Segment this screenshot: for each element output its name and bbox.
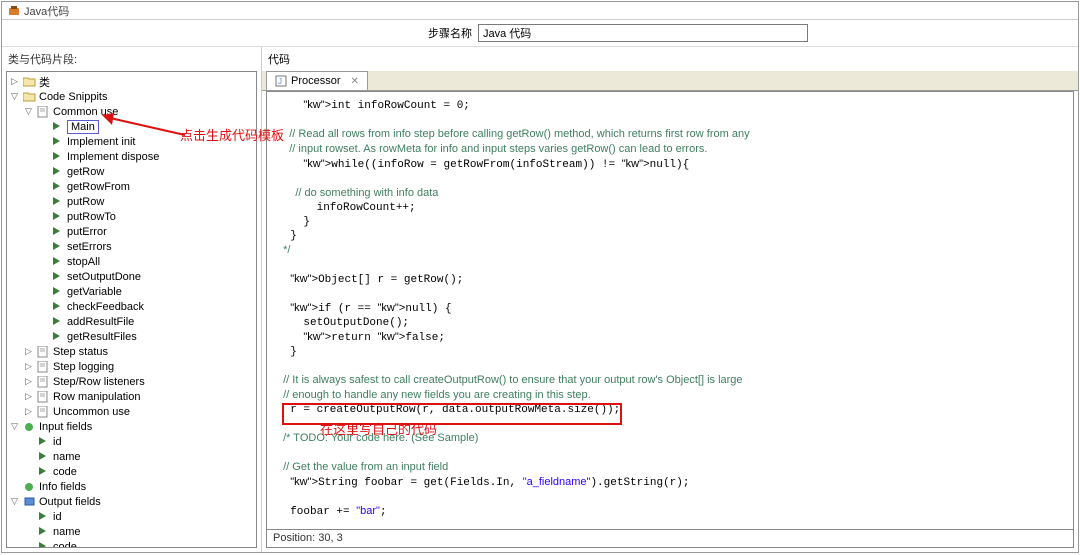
- page-icon: [37, 406, 50, 418]
- play-icon: [51, 271, 64, 283]
- tree-node-snippits[interactable]: ▽Code Snippits: [7, 89, 256, 104]
- tree-item[interactable]: Implement dispose: [7, 149, 256, 164]
- tree-item[interactable]: getRowFrom: [7, 179, 256, 194]
- play-icon: [51, 151, 64, 163]
- info-fields-icon: [23, 481, 36, 493]
- code-label: 代码: [262, 47, 1078, 71]
- tree-item[interactable]: ▷Uncommon use: [7, 404, 256, 419]
- tree-item[interactable]: Implement init: [7, 134, 256, 149]
- tree-item[interactable]: getResultFiles: [7, 329, 256, 344]
- tree-item[interactable]: getVariable: [7, 284, 256, 299]
- tab-row: J Processor ✕: [262, 71, 1078, 91]
- collapse-icon[interactable]: ▽: [23, 106, 34, 117]
- expand-icon[interactable]: ▷: [23, 391, 34, 402]
- tab-processor[interactable]: J Processor ✕: [266, 71, 368, 90]
- svg-text:J: J: [278, 77, 282, 86]
- play-icon: [51, 211, 64, 223]
- expand-icon[interactable]: ▷: [23, 361, 34, 372]
- tree-item[interactable]: id: [7, 509, 256, 524]
- tree-node-info-fields[interactable]: ▷Info fields: [7, 479, 256, 494]
- play-icon: [51, 181, 64, 193]
- expand-icon[interactable]: ▷: [23, 376, 34, 387]
- tree-item[interactable]: Main: [7, 119, 256, 134]
- play-icon: [51, 121, 64, 133]
- tree-item[interactable]: code: [7, 464, 256, 479]
- left-panel: 类与代码片段: ▷类 ▽Code Snippits ▽Common use Ma…: [2, 47, 262, 552]
- play-icon: [51, 196, 64, 208]
- play-icon: [51, 301, 64, 313]
- collapse-icon[interactable]: ▽: [9, 421, 20, 432]
- tree-item[interactable]: name: [7, 449, 256, 464]
- input-fields-icon: [23, 421, 36, 433]
- tree-item[interactable]: checkFeedback: [7, 299, 256, 314]
- step-name-row: 步骤名称: [2, 20, 1078, 47]
- tree-item[interactable]: code: [7, 539, 256, 548]
- tree-node-classes[interactable]: ▷类: [7, 74, 256, 89]
- tree-item[interactable]: putRowTo: [7, 209, 256, 224]
- java-icon: [8, 5, 20, 17]
- folder-icon: [23, 91, 36, 103]
- tree[interactable]: ▷类 ▽Code Snippits ▽Common use MainImplem…: [6, 71, 257, 548]
- tree-item[interactable]: addResultFile: [7, 314, 256, 329]
- tree-item[interactable]: setOutputDone: [7, 269, 256, 284]
- tree-item[interactable]: id: [7, 434, 256, 449]
- tree-item[interactable]: ▷Step status: [7, 344, 256, 359]
- status-bar: Position: 30, 3: [266, 530, 1074, 548]
- tree-node-common[interactable]: ▽Common use: [7, 104, 256, 119]
- tree-item[interactable]: name: [7, 524, 256, 539]
- page-icon: [37, 346, 50, 358]
- play-icon: [37, 541, 50, 549]
- tree-item[interactable]: ▷Row manipulation: [7, 389, 256, 404]
- step-name-input[interactable]: [478, 24, 808, 42]
- tree-item[interactable]: getRow: [7, 164, 256, 179]
- play-icon: [37, 436, 50, 448]
- play-icon: [51, 286, 64, 298]
- play-icon: [37, 466, 50, 478]
- tree-item[interactable]: putRow: [7, 194, 256, 209]
- tree-item[interactable]: stopAll: [7, 254, 256, 269]
- left-panel-label: 类与代码片段:: [2, 47, 261, 71]
- play-icon: [51, 316, 64, 328]
- play-icon: [37, 451, 50, 463]
- window: Java代码 步骤名称 类与代码片段: ▷类 ▽Code Snippits ▽C…: [1, 1, 1079, 553]
- tree-node-input-fields[interactable]: ▽Input fields: [7, 419, 256, 434]
- play-icon: [37, 526, 50, 538]
- tree-item[interactable]: ▷Step logging: [7, 359, 256, 374]
- page-icon: [37, 361, 50, 373]
- play-icon: [51, 256, 64, 268]
- page-icon: [37, 391, 50, 403]
- expand-icon[interactable]: ▷: [23, 346, 34, 357]
- tree-item[interactable]: ▷Step/Row listeners: [7, 374, 256, 389]
- page-icon: [37, 106, 50, 118]
- folder-icon: [23, 76, 36, 88]
- main-area: 类与代码片段: ▷类 ▽Code Snippits ▽Common use Ma…: [2, 47, 1078, 552]
- code-editor[interactable]: "kw">int infoRowCount = 0; // Read all r…: [266, 91, 1074, 530]
- right-panel: 代码 J Processor ✕ "kw">int infoRowCount =…: [262, 47, 1078, 552]
- step-name-label: 步骤名称: [428, 25, 472, 41]
- output-fields-icon: [23, 496, 36, 508]
- tree-node-output-fields[interactable]: ▽Output fields: [7, 494, 256, 509]
- tab-label: Processor: [291, 75, 341, 87]
- play-icon: [51, 331, 64, 343]
- collapse-icon[interactable]: ▽: [9, 496, 20, 507]
- expand-icon[interactable]: ▷: [23, 406, 34, 417]
- play-icon: [51, 241, 64, 253]
- processor-icon: J: [275, 75, 287, 87]
- play-icon: [51, 166, 64, 178]
- tree-item[interactable]: setErrors: [7, 239, 256, 254]
- play-icon: [37, 511, 50, 523]
- close-icon[interactable]: ✕: [351, 76, 359, 87]
- collapse-icon[interactable]: ▽: [9, 91, 20, 102]
- expand-icon[interactable]: ▷: [9, 76, 20, 87]
- play-icon: [51, 136, 64, 148]
- tree-item[interactable]: putError: [7, 224, 256, 239]
- titlebar: Java代码: [2, 2, 1078, 20]
- window-title: Java代码: [24, 3, 69, 19]
- play-icon: [51, 226, 64, 238]
- page-icon: [37, 376, 50, 388]
